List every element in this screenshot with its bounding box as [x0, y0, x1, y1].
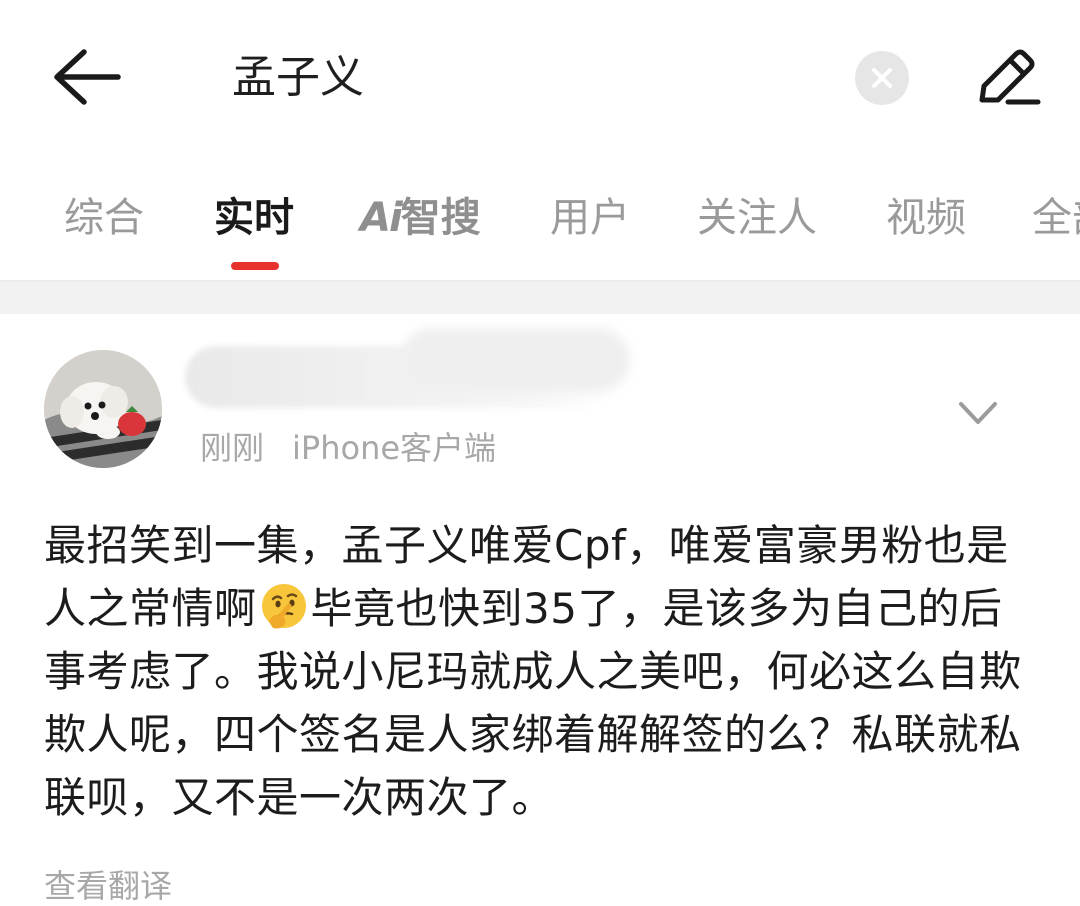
edit-button[interactable]: [972, 42, 1044, 114]
post-card: 刚刚 iPhone客户端 最招笑到一集，孟子义唯爱Cpf，唯爱富豪男粉也是人之常情…: [0, 314, 1080, 905]
active-tab-indicator: [231, 262, 279, 270]
tab-bar: 综合 实时 Ai智搜 用户 关注人 视频 全部: [0, 150, 1080, 280]
post-source: iPhone客户端: [292, 429, 497, 467]
tab-users[interactable]: 用户: [550, 190, 630, 246]
post-text: 最招笑到一集，孟子义唯爱Cpf，唯爱富豪男粉也是人之常情啊 毕竟也快到35了，是…: [44, 514, 1044, 829]
tab-video[interactable]: 视频: [886, 190, 966, 246]
tab-ai-search[interactable]: Ai智搜: [360, 190, 481, 246]
post-meta: 刚刚 iPhone客户端: [200, 428, 496, 468]
username-redacted-overlay: [400, 328, 630, 392]
arrow-left-icon: [54, 49, 121, 105]
chevron-down-icon: [959, 402, 997, 424]
tab-following[interactable]: 关注人: [697, 190, 817, 246]
thinking-face-icon: [261, 584, 306, 629]
post-menu-button[interactable]: [955, 396, 1001, 432]
pencil-icon: [979, 49, 1041, 105]
translate-link[interactable]: 查看翻译: [44, 866, 172, 906]
post-time: 刚刚: [200, 429, 265, 467]
ai-search-label: 智搜: [400, 195, 481, 241]
search-query[interactable]: 孟子义: [232, 50, 364, 106]
tab-comprehensive[interactable]: 综合: [64, 190, 144, 246]
close-icon: [872, 68, 892, 88]
tab-all[interactable]: 全部: [1032, 190, 1080, 246]
clear-search-button[interactable]: [855, 51, 909, 105]
back-button[interactable]: [48, 44, 124, 110]
tab-realtime[interactable]: 实时: [214, 190, 294, 246]
ai-logo: Ai: [360, 195, 403, 241]
section-divider: [0, 280, 1080, 314]
top-bar: 孟子义: [0, 0, 1080, 150]
avatar-dog-image: [44, 350, 162, 468]
avatar[interactable]: [44, 350, 162, 468]
